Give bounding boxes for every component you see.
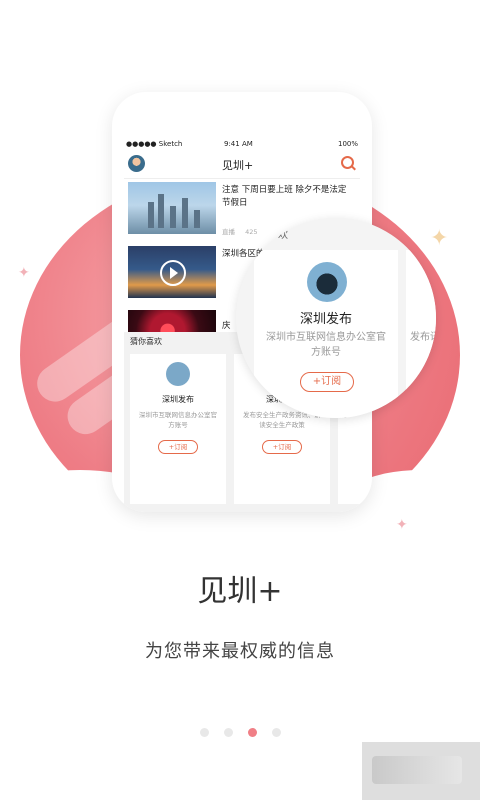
pager-dot[interactable]	[272, 728, 281, 737]
pager-dot[interactable]	[224, 728, 233, 737]
page-title: 见圳+	[197, 574, 283, 609]
search-icon[interactable]	[341, 156, 354, 169]
time-label: 9:41 AM	[224, 140, 253, 148]
onboarding-page: ✦ ✦ ✦ ●●●●● Sketch 9:41 AM 100% 见圳+ 注意 下…	[0, 0, 480, 800]
pager-dot[interactable]	[200, 728, 209, 737]
subscribe-button[interactable]: +订阅	[262, 440, 302, 454]
account-name: 深圳发布	[299, 312, 352, 327]
account-card-zoomed[interactable]: 深圳发布 深圳市互联网信息办公室官方账号 +订阅	[254, 250, 398, 418]
pager-dot[interactable]	[248, 728, 257, 737]
news-source: 直播	[222, 228, 235, 236]
account-desc: 深圳市互联网信息办公室官方账号	[139, 411, 217, 429]
account-card-zoomed[interactable]: 发布讯、	[406, 250, 436, 418]
play-icon[interactable]	[160, 260, 186, 286]
battery-label: 100%	[337, 140, 358, 148]
page-subtitle: 为您带来最权威的信息	[145, 641, 335, 662]
watermark	[362, 742, 480, 800]
view-count: 425	[245, 228, 258, 236]
app-nav-bar: 见圳+	[124, 152, 360, 179]
account-logo	[166, 362, 190, 386]
app-title: 见圳+	[222, 159, 254, 172]
sparkle-icon: ✦	[396, 517, 408, 533]
magnifier-lens: 欢 深圳发布 深圳市互联网信息办公室官方账号 +订阅 发布讯、	[236, 218, 436, 418]
sparkle-icon: ✦	[18, 265, 30, 281]
sparkle-icon: ✦	[430, 226, 449, 251]
subscribe-button[interactable]: +订阅	[158, 440, 198, 454]
news-meta: 直播 425	[222, 226, 258, 236]
account-card[interactable]: 深圳发布 深圳市互联网信息办公室官方账号 +订阅	[130, 354, 226, 504]
status-bar: ●●●●● Sketch 9:41 AM 100%	[124, 136, 360, 152]
section-title: 猜你喜欢	[130, 337, 162, 346]
news-title: 注意 下周日要上班 除夕不是法定节假日	[222, 185, 347, 208]
carrier-label: ●●●●● Sketch	[126, 140, 183, 148]
pager-dots[interactable]	[200, 728, 290, 738]
account-desc: 深圳市互联网信息办公室官方账号	[266, 332, 386, 358]
account-name: 深圳发布	[162, 395, 194, 404]
subscribe-button[interactable]: +订阅	[300, 372, 354, 392]
account-desc: 发布讯、	[410, 332, 436, 343]
avatar[interactable]	[128, 155, 145, 172]
account-logo	[307, 262, 347, 302]
night-city-video	[128, 246, 216, 298]
skyline-photo	[128, 182, 216, 234]
section-title-fragment: 欢	[278, 230, 288, 241]
